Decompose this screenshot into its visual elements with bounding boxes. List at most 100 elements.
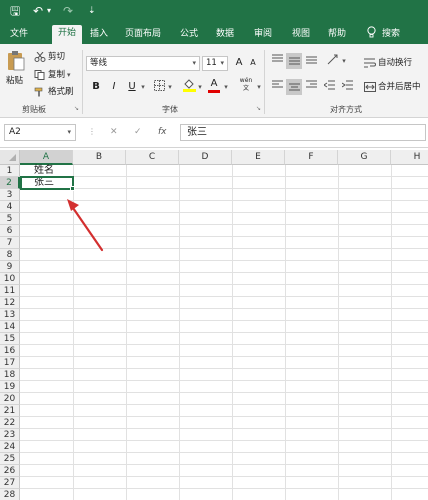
underline-button[interactable]: U (126, 80, 138, 94)
row-header[interactable]: 9 (0, 261, 20, 273)
customize-quick-access-icon[interactable]: ⇣ (88, 4, 96, 18)
enter-icon[interactable]: ✓ (134, 127, 142, 137)
row-header[interactable]: 7 (0, 237, 20, 249)
formula-input[interactable]: 张三 (180, 124, 426, 141)
column-header-e[interactable]: E (232, 150, 285, 165)
align-right-button[interactable] (304, 80, 318, 94)
phonetic-dropdown-icon[interactable]: ▾ (255, 80, 263, 94)
column-header-d[interactable]: D (179, 150, 232, 165)
row-header[interactable]: 28 (0, 489, 20, 500)
format-painter-button[interactable]: 格式刷 (34, 85, 74, 97)
row-header[interactable]: 11 (0, 285, 20, 297)
row-header[interactable]: 8 (0, 249, 20, 261)
row-header[interactable]: 5 (0, 213, 20, 225)
name-box[interactable]: A2 ▾ (4, 124, 76, 141)
paste-button[interactable]: 粘贴 (6, 50, 28, 88)
cancel-icon[interactable]: ✕ (110, 127, 118, 137)
row-header[interactable]: 26 (0, 465, 20, 477)
align-top-button[interactable] (270, 54, 284, 68)
align-middle-button[interactable] (286, 53, 302, 69)
column-header-f[interactable]: F (285, 150, 338, 165)
row-header[interactable]: 14 (0, 321, 20, 333)
phonetic-guide-button[interactable]: wén 文 (238, 77, 254, 95)
row-header[interactable]: 21 (0, 405, 20, 417)
borders-button[interactable] (152, 80, 166, 94)
redo-icon[interactable]: ↷ (63, 4, 73, 18)
clipboard-launcher-icon[interactable]: ↘ (74, 105, 79, 112)
save-icon[interactable]: 🖫 (10, 4, 20, 18)
row-header[interactable]: 20 (0, 393, 20, 405)
row-header[interactable]: 10 (0, 273, 20, 285)
copy-button[interactable]: 复制 ▾ (34, 68, 71, 80)
increase-font-size-button[interactable]: A (233, 56, 245, 70)
insert-function-icon[interactable]: fx (158, 127, 167, 137)
row-header[interactable]: 27 (0, 477, 20, 489)
align-left-button[interactable] (270, 80, 284, 94)
row-header[interactable]: 4 (0, 201, 20, 213)
more-options-icon[interactable]: ⋮ (88, 127, 96, 136)
tab-formulas[interactable]: 公式 (176, 26, 202, 44)
tab-review[interactable]: 审阅 (250, 26, 276, 44)
select-all-corner[interactable] (0, 150, 20, 165)
column-header-h[interactable]: H (391, 150, 428, 165)
fill-color-dropdown-icon[interactable]: ▾ (196, 80, 204, 94)
undo-dropdown-icon[interactable]: ▾ (47, 4, 51, 18)
row-header[interactable]: 15 (0, 333, 20, 345)
undo-icon[interactable]: ↶ (33, 4, 43, 18)
font-color-dropdown-icon[interactable]: ▾ (222, 80, 230, 94)
decrease-indent-button[interactable] (322, 80, 336, 94)
font-color-button[interactable]: A (208, 78, 220, 93)
search-label[interactable]: 搜索 (378, 26, 404, 44)
tab-insert[interactable]: 插入 (86, 26, 112, 44)
row-header[interactable]: 18 (0, 369, 20, 381)
row-header[interactable]: 3 (0, 189, 20, 201)
row-header[interactable]: 13 (0, 309, 20, 321)
align-bottom-button[interactable] (304, 54, 318, 68)
row-header[interactable]: 24 (0, 441, 20, 453)
column-header-a[interactable]: A (20, 150, 73, 165)
increase-indent-button[interactable] (340, 80, 354, 94)
tab-home[interactable]: 开始 (52, 25, 82, 44)
font-name-combo[interactable]: 等线 ▾ (86, 56, 200, 71)
row-header[interactable]: 2 (0, 177, 20, 189)
orientation-dropdown-icon[interactable]: ▾ (340, 54, 348, 68)
row-header[interactable]: 1 (0, 165, 20, 177)
bold-button[interactable]: B (90, 80, 102, 94)
tab-help[interactable]: 帮助 (324, 26, 350, 44)
row-header[interactable]: 17 (0, 357, 20, 369)
row-header[interactable]: 6 (0, 225, 20, 237)
column-header-c[interactable]: C (126, 150, 179, 165)
borders-icon (153, 80, 165, 91)
chevron-down-icon: ▾ (67, 128, 71, 136)
paste-label: 粘贴 (6, 76, 24, 86)
decrease-font-size-button[interactable]: A (247, 56, 259, 70)
column-header-g[interactable]: G (338, 150, 391, 165)
cut-button[interactable]: 剪切 (34, 50, 65, 62)
underline-dropdown-icon[interactable]: ▾ (139, 80, 147, 94)
gridline (20, 392, 428, 393)
row-header[interactable]: 22 (0, 417, 20, 429)
row-header[interactable]: 19 (0, 381, 20, 393)
wrap-text-button[interactable]: 自动换行 (364, 56, 412, 68)
row-header[interactable]: 23 (0, 429, 20, 441)
tab-view[interactable]: 视图 (288, 26, 314, 44)
row-header[interactable]: 25 (0, 453, 20, 465)
paste-icon (8, 51, 25, 71)
fill-color-button[interactable] (182, 78, 196, 92)
font-size-combo[interactable]: 11 ▾ (202, 56, 228, 71)
spreadsheet-grid[interactable]: A B C D E F G H 1 2 3 4 5 6 7 8 9 10 11 … (0, 150, 428, 500)
align-center-button[interactable] (286, 79, 302, 95)
font-launcher-icon[interactable]: ↘ (256, 105, 261, 112)
column-header-b[interactable]: B (73, 150, 126, 165)
tab-data[interactable]: 数据 (212, 26, 238, 44)
borders-dropdown-icon[interactable]: ▾ (166, 80, 174, 94)
tab-page-layout[interactable]: 页面布局 (120, 26, 166, 44)
merge-center-button[interactable]: 合并后居中 (364, 80, 421, 92)
tab-file[interactable]: 文件 (6, 26, 32, 44)
orientation-button[interactable] (326, 54, 340, 68)
italic-button[interactable]: I (108, 80, 120, 94)
row-header[interactable]: 16 (0, 345, 20, 357)
row-header[interactable]: 12 (0, 297, 20, 309)
copy-dropdown-icon[interactable]: ▾ (67, 71, 71, 79)
text-orientation-icon (327, 54, 338, 65)
